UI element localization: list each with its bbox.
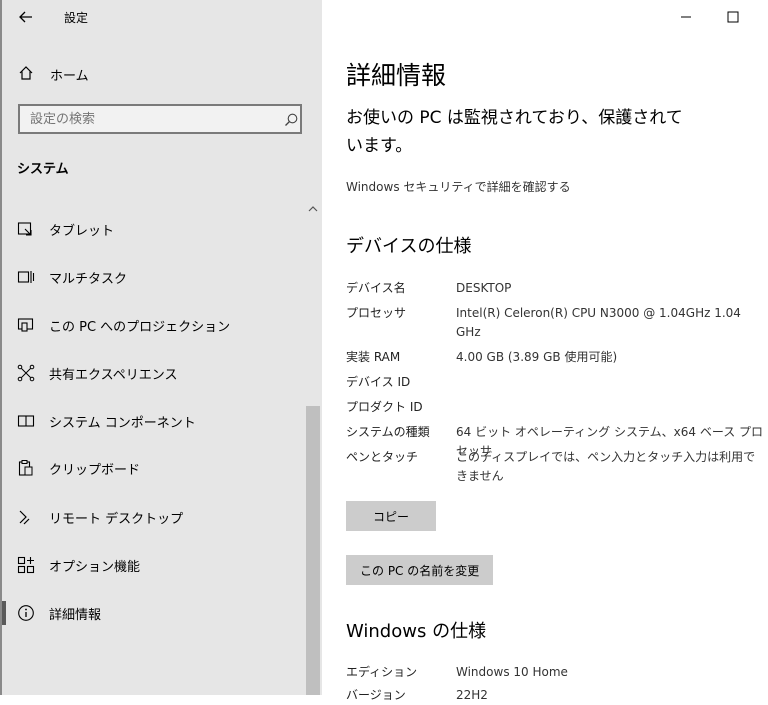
spec-value: Intel(R) Celeron(R) CPU N3000 @ 1.04GHz … bbox=[456, 306, 741, 339]
spec-key: ペンとタッチ bbox=[346, 450, 419, 464]
sidebar-item-about[interactable]: 詳細情報 bbox=[0, 593, 306, 633]
tablet-icon bbox=[17, 220, 35, 238]
selection-indicator bbox=[2, 601, 6, 625]
remote-desktop-icon bbox=[17, 508, 35, 526]
spec-key: プロダクト ID bbox=[346, 400, 423, 414]
shared-experience-icon bbox=[17, 364, 35, 382]
spec-value: Windows 10 Home bbox=[456, 665, 568, 679]
spec-value: 22H2 bbox=[456, 688, 488, 702]
spec-value: DESKTOP bbox=[456, 281, 512, 295]
app-title: 設定 bbox=[64, 11, 89, 25]
home-label: ホーム bbox=[50, 69, 89, 84]
projection-icon bbox=[17, 316, 35, 334]
chevron-up-icon bbox=[308, 206, 318, 212]
sidebar-item-label: タブレット bbox=[49, 224, 115, 239]
spec-key: プロセッサ bbox=[346, 306, 407, 320]
sidebar-item-label: オプション機能 bbox=[49, 560, 141, 575]
spec-key: 実装 RAM bbox=[346, 350, 401, 364]
multitask-icon bbox=[17, 268, 35, 286]
sidebar-item-tablet[interactable]: タブレット bbox=[0, 209, 306, 249]
sidebar-item-projection[interactable]: この PC へのプロジェクション bbox=[0, 305, 306, 345]
sidebar-item-label: マルチタスク bbox=[49, 272, 128, 287]
search-input[interactable] bbox=[18, 104, 302, 134]
back-arrow-icon bbox=[19, 11, 32, 23]
spec-key: デバイス ID bbox=[346, 375, 411, 389]
sidebar-item-shared-experience[interactable]: 共有エクスペリエンス bbox=[0, 353, 306, 393]
sidebar-item-multitask[interactable]: マルチタスク bbox=[0, 257, 306, 297]
sidebar-item-label: クリップボード bbox=[49, 463, 141, 478]
security-link[interactable]: Windows セキュリティで詳細を確認する bbox=[346, 178, 571, 195]
scroll-up-button[interactable] bbox=[306, 201, 320, 215]
sidebar-item-label: システム コンポーネント bbox=[49, 416, 196, 431]
search-icon[interactable] bbox=[283, 112, 299, 128]
spec-key: エディション bbox=[346, 665, 418, 679]
sidebar-item-remote-desktop[interactable]: リモート デスクトップ bbox=[0, 497, 306, 537]
sidebar-item-label: この PC へのプロジェクション bbox=[49, 320, 231, 335]
home-icon bbox=[18, 65, 34, 81]
rename-pc-button[interactable]: この PC の名前を変更 bbox=[346, 555, 494, 585]
copy-button[interactable]: コピー bbox=[346, 501, 436, 531]
sidebar-item-label: 詳細情報 bbox=[49, 608, 102, 623]
sidebar-item-optional-features[interactable]: オプション機能 bbox=[0, 545, 306, 585]
sidebar-item-label: リモート デスクトップ bbox=[49, 512, 184, 527]
protection-status: お使いの PC は監視されており、保護されています。 bbox=[346, 108, 683, 156]
windows-spec-heading: Windows の仕様 bbox=[346, 621, 487, 642]
page-title: 詳細情報 bbox=[346, 61, 447, 90]
sidebar-item-label: 共有エクスペリエンス bbox=[49, 368, 178, 383]
scrollbar-thumb[interactable] bbox=[306, 406, 320, 695]
sidebar-item-system-components[interactable]: システム コンポーネント bbox=[0, 401, 306, 441]
spec-value: このディスプレイでは、ペン入力とタッチ入力は利用できません bbox=[456, 450, 756, 483]
spec-key: システムの種類 bbox=[346, 425, 430, 439]
device-spec-heading: デバイスの仕様 bbox=[346, 236, 472, 257]
info-icon bbox=[17, 604, 35, 622]
spec-value: 4.00 GB (3.89 GB 使用可能) bbox=[456, 350, 618, 364]
title-bar: 設定 bbox=[0, 0, 322, 34]
sidebar-item-clipboard[interactable]: クリップボード bbox=[0, 448, 306, 488]
window-border bbox=[0, 0, 2, 695]
sidebar-item-home[interactable]: ホーム bbox=[0, 58, 322, 90]
section-title: システム bbox=[17, 162, 69, 177]
main-panel: 詳細情報 お使いの PC は監視されており、保護されています。 Windows … bbox=[322, 0, 768, 702]
clipboard-icon bbox=[17, 459, 35, 477]
spec-key: デバイス名 bbox=[346, 281, 406, 295]
sidebar: 設定 ホーム システム タブレット bbox=[0, 0, 322, 695]
back-button[interactable] bbox=[14, 6, 38, 28]
optional-features-icon bbox=[17, 556, 35, 574]
system-components-icon bbox=[17, 412, 35, 430]
